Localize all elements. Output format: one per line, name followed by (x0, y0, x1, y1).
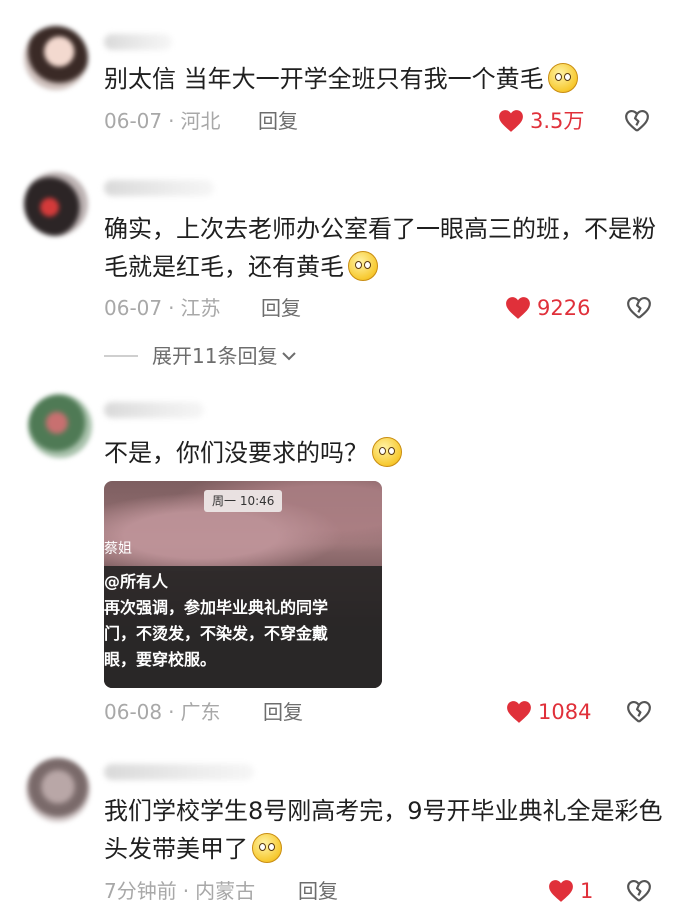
comment-location: 内蒙古 (195, 879, 256, 903)
screenshot-timestamp: 周一 10:46 (204, 490, 283, 512)
username-blurred[interactable] (104, 764, 254, 780)
screenshot-sender: 蔡姐 (104, 541, 132, 557)
comment-location: 河北 (180, 109, 221, 133)
comment-text: 确实，上次去老师办公室看了一眼高三的班，不是粉毛就是红毛，还有黄毛 (104, 215, 656, 281)
screenshot-message-line: 眼，要穿校服。 (104, 650, 217, 669)
like-button[interactable]: 1084 (506, 698, 591, 726)
like-button[interactable]: 3.5万 (498, 107, 584, 135)
drooling-face-emoji (348, 251, 378, 281)
heart-icon (507, 701, 531, 723)
like-count: 1 (580, 879, 594, 903)
like-button[interactable]: 9226 (505, 294, 590, 322)
attached-screenshot-image[interactable]: 周一 10:46 蔡姐 @所有人 再次强调，参加毕业典礼的同学 门，不烫发，不染… (104, 481, 382, 688)
reply-button[interactable]: 回复 (258, 107, 298, 135)
avatar[interactable] (24, 26, 88, 90)
comment-date: 06-08 (104, 700, 163, 724)
reply-button[interactable]: 回复 (263, 698, 303, 726)
comment-meta: 7分钟前 · 内蒙古 (104, 877, 255, 905)
comment-location: 广东 (180, 700, 221, 724)
avatar[interactable] (26, 758, 90, 822)
comment-location: 江苏 (180, 296, 221, 320)
dislike-broken-heart-icon[interactable] (624, 108, 650, 134)
username-blurred[interactable] (104, 34, 172, 50)
expand-replies-label: 展开11条回复 (152, 344, 278, 368)
like-count: 1084 (538, 700, 592, 724)
username-blurred[interactable] (104, 402, 204, 418)
expand-replies-button[interactable]: 展开11条回复 (104, 342, 297, 370)
avatar[interactable] (24, 172, 88, 236)
joy-face-emoji (252, 833, 282, 863)
like-count: 9226 (537, 296, 591, 320)
dislike-broken-heart-icon[interactable] (626, 878, 652, 904)
comment-meta: 06-07 · 河北 (104, 107, 220, 135)
comment-meta: 06-07 · 江苏 (104, 294, 220, 322)
dislike-broken-heart-icon[interactable] (626, 699, 652, 725)
screenshot-message-line: 再次强调，参加毕业典礼的同学 (104, 598, 329, 617)
pleading-face-emoji (547, 63, 578, 93)
heart-icon (549, 880, 573, 902)
comment-text: 我们学校学生8号刚高考完，9号开毕业典礼全是彩色头发带美甲了 (104, 797, 663, 863)
comment-date: 06-07 (104, 296, 163, 320)
heart-icon (499, 110, 523, 132)
like-count: 3.5万 (530, 109, 585, 133)
comment-date: 06-07 (104, 109, 163, 133)
separator-dot: · (168, 109, 175, 133)
comment-text: 别太信 当年大一开学全班只有我一个黄毛 (104, 60, 664, 98)
comment-date: 7分钟前 (104, 879, 177, 903)
separator-dot: · (168, 296, 175, 320)
separator-dot: · (182, 879, 190, 903)
separator-dot: · (168, 700, 175, 724)
comment-meta: 06-08 · 广东 (104, 698, 220, 726)
like-button[interactable]: 1 (548, 877, 593, 905)
avatar[interactable] (28, 394, 92, 458)
comment-text: 不是，你们没要求的吗？ (104, 434, 664, 472)
chevron-down-icon (282, 352, 297, 361)
dislike-broken-heart-icon[interactable] (626, 295, 652, 321)
username-blurred[interactable] (104, 180, 214, 196)
reply-button[interactable]: 回复 (261, 294, 301, 322)
reply-button[interactable]: 回复 (298, 877, 338, 905)
flushed-face-emoji (372, 437, 402, 467)
screenshot-message-line: @所有人 (104, 572, 169, 591)
screenshot-message-line: 门，不烫发，不染发，不穿金戴 (104, 624, 329, 643)
divider-line (104, 355, 138, 357)
heart-icon (506, 297, 530, 319)
